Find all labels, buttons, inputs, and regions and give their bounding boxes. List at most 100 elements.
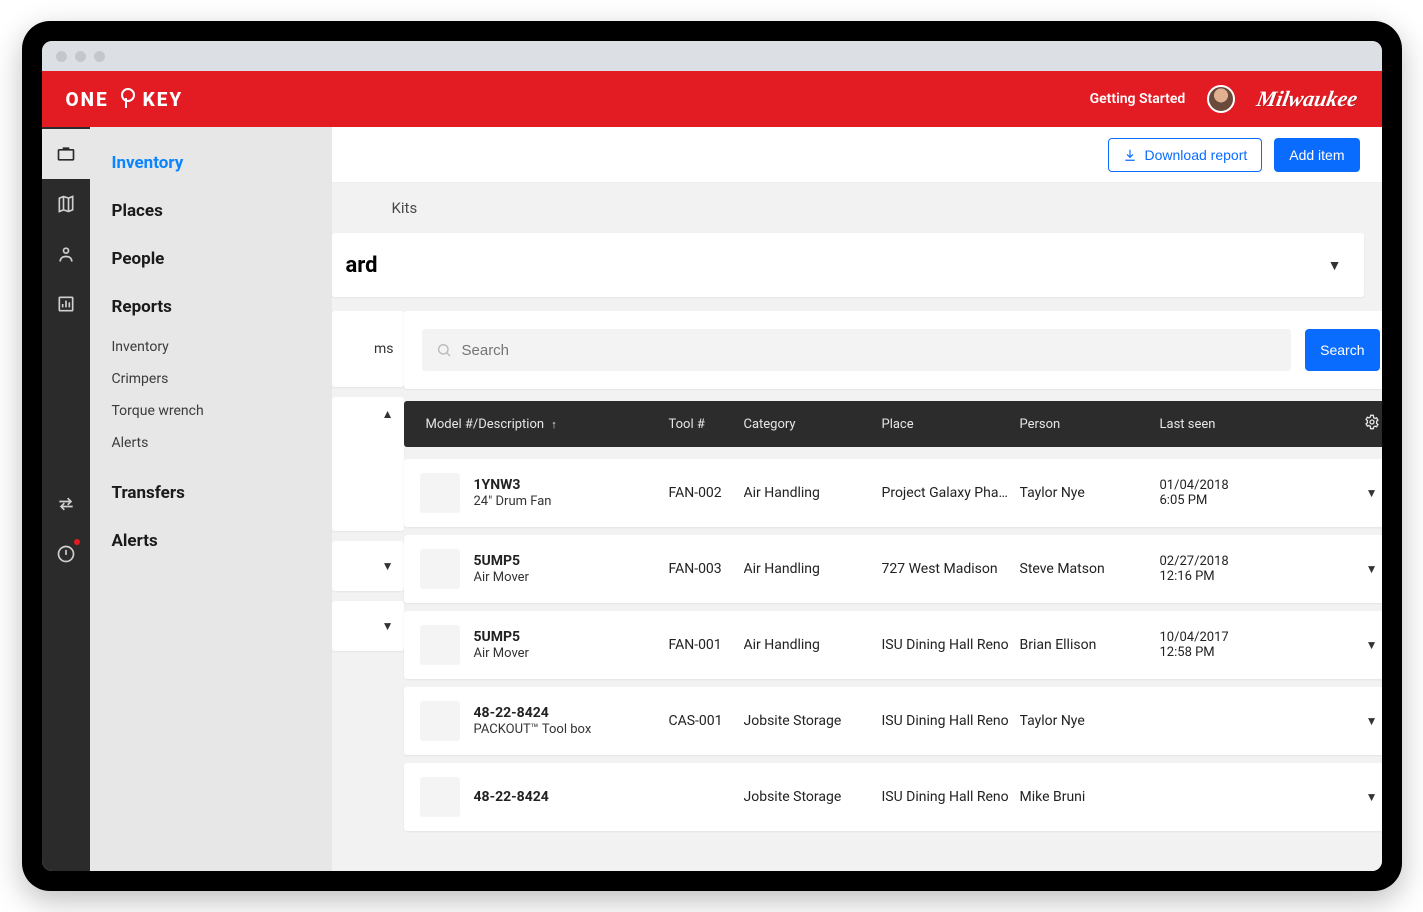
header-right: Getting Started Milwaukee (1090, 85, 1358, 113)
col-seen[interactable]: Last seen (1160, 417, 1360, 432)
window-dot (56, 51, 67, 62)
rail-reports-icon[interactable] (42, 279, 90, 329)
app-body: Inventory Places People Reports Inventor… (42, 127, 1382, 871)
row-category: Air Handling (744, 485, 882, 501)
row-category: Air Handling (744, 561, 882, 577)
search-input[interactable] (462, 329, 1278, 371)
subnav: Kits (332, 183, 1382, 233)
stub-card[interactable]: ▼ (332, 601, 404, 651)
col-model[interactable]: Model #/Description ↑ (404, 417, 669, 432)
row-tool: FAN-001 (669, 637, 744, 653)
brand-name-left: ONE (66, 88, 109, 111)
row-expand-button[interactable]: ▼ (1360, 638, 1382, 652)
table-row[interactable]: 1YNW324" Drum Fan FAN-002 Air Handling P… (404, 459, 1382, 527)
chevron-down-icon: ▼ (382, 619, 394, 633)
stub-card[interactable]: ms (332, 311, 404, 387)
sidebar-sub-alerts[interactable]: Alerts (90, 427, 332, 459)
table-settings-button[interactable] (1364, 414, 1382, 434)
col-category[interactable]: Category (744, 417, 882, 432)
row-expand-button[interactable]: ▼ (1360, 790, 1382, 804)
rail-people-icon[interactable] (42, 229, 90, 279)
col-place[interactable]: Place (882, 417, 1020, 432)
row-last-seen: 10/04/201712:58 PM (1160, 630, 1360, 660)
row-model: 5UMP5Air Mover (474, 629, 669, 661)
table-row[interactable]: 48-22-8424PACKOUT™ Tool box CAS-001 Jobs… (404, 687, 1382, 755)
stub-text: ms (374, 341, 394, 357)
sidebar-sub-torque[interactable]: Torque wrench (90, 395, 332, 427)
row-place: ISU Dining Hall Reno (882, 713, 1020, 729)
screen: ONE KEY Getting Started Milwaukee (42, 41, 1382, 871)
row-thumbnail (420, 701, 460, 741)
row-expand-button[interactable]: ▼ (1360, 562, 1382, 576)
row-place: 727 West Madison (882, 561, 1020, 577)
row-category: Air Handling (744, 637, 882, 653)
row-model: 48-22-8424PACKOUT™ Tool box (474, 705, 669, 737)
table-rows: 1YNW324" Drum Fan FAN-002 Air Handling P… (404, 459, 1382, 831)
row-person: Taylor Nye (1020, 713, 1160, 729)
row-expand-button[interactable]: ▼ (1360, 486, 1382, 500)
heading-panel[interactable]: ard ▼ (332, 233, 1364, 297)
getting-started-link[interactable]: Getting Started (1090, 91, 1186, 107)
gear-icon (1364, 414, 1380, 430)
sidebar-item-places[interactable]: Places (90, 187, 332, 235)
rail-alerts-icon[interactable] (42, 529, 90, 579)
row-tool: CAS-001 (669, 713, 744, 729)
row-person: Taylor Nye (1020, 485, 1160, 501)
row-tool: FAN-002 (669, 485, 744, 501)
chevron-down-icon: ▼ (382, 559, 394, 573)
sidebar-item-people[interactable]: People (90, 235, 332, 283)
milwaukee-logo[interactable]: Milwaukee (1255, 86, 1360, 112)
window-dot (94, 51, 105, 62)
download-report-button[interactable]: Download report (1108, 138, 1263, 172)
table-row[interactable]: 5UMP5Air Mover FAN-003 Air Handling 727 … (404, 535, 1382, 603)
sort-asc-icon: ↑ (551, 418, 557, 431)
row-expand-button[interactable]: ▼ (1360, 714, 1382, 728)
search-button-label: Search (1320, 342, 1364, 358)
row-category: Jobsite Storage (744, 789, 882, 805)
window-dot (75, 51, 86, 62)
row-model: 1YNW324" Drum Fan (474, 477, 669, 509)
table-row[interactable]: 5UMP5Air Mover FAN-001 Air Handling ISU … (404, 611, 1382, 679)
sidebar-item-reports[interactable]: Reports (90, 283, 332, 331)
app-header: ONE KEY Getting Started Milwaukee (42, 71, 1382, 127)
row-place: ISU Dining Hall Reno (882, 637, 1020, 653)
toolbar: Download report Add item (332, 127, 1382, 183)
content: Download report Add item Kits ard ▼ (332, 127, 1382, 871)
sidebar-item-alerts[interactable]: Alerts (90, 517, 332, 565)
left-stub-column: ms ▲ ▼ ▼ (332, 311, 404, 831)
search-button[interactable]: Search (1305, 329, 1379, 371)
stub-card[interactable]: ▲ (332, 397, 404, 531)
main-columns: ms ▲ ▼ ▼ (332, 311, 1364, 831)
chevron-down-icon: ▼ (1328, 257, 1342, 274)
sidebar-sub-crimpers[interactable]: Crimpers (90, 363, 332, 395)
col-person[interactable]: Person (1020, 417, 1160, 432)
subnav-kits[interactable]: Kits (392, 199, 418, 217)
window-chrome (42, 41, 1382, 71)
row-thumbnail (420, 473, 460, 513)
row-place: Project Galaxy Pha… (882, 485, 1020, 501)
row-thumbnail (420, 549, 460, 589)
rail-transfers-icon[interactable] (42, 479, 90, 529)
sidebar-item-inventory[interactable]: Inventory (90, 139, 332, 187)
rail-places-icon[interactable] (42, 179, 90, 229)
row-thumbnail (420, 777, 460, 817)
row-last-seen: 01/04/20186:05 PM (1160, 478, 1360, 508)
rail-inventory-icon[interactable] (42, 129, 90, 179)
row-thumbnail (420, 625, 460, 665)
row-model: 48-22-8424 (474, 789, 669, 805)
avatar[interactable] (1207, 85, 1235, 113)
table-row[interactable]: 48-22-8424 Jobsite Storage ISU Dining Ha… (404, 763, 1382, 831)
row-person: Mike Bruni (1020, 789, 1160, 805)
search-panel: Search (404, 311, 1382, 389)
sidebar-item-transfers[interactable]: Transfers (90, 469, 332, 517)
col-tool[interactable]: Tool # (669, 417, 744, 432)
brand-logo[interactable]: ONE KEY (66, 88, 184, 111)
add-item-button[interactable]: Add item (1274, 138, 1359, 172)
row-model: 5UMP5Air Mover (474, 553, 669, 585)
search-box[interactable] (422, 329, 1292, 371)
stub-card[interactable]: ▼ (332, 541, 404, 591)
sidebar: Inventory Places People Reports Inventor… (90, 127, 332, 871)
sidebar-sub-inventory[interactable]: Inventory (90, 331, 332, 363)
row-category: Jobsite Storage (744, 713, 882, 729)
row-place: ISU Dining Hall Reno (882, 789, 1020, 805)
